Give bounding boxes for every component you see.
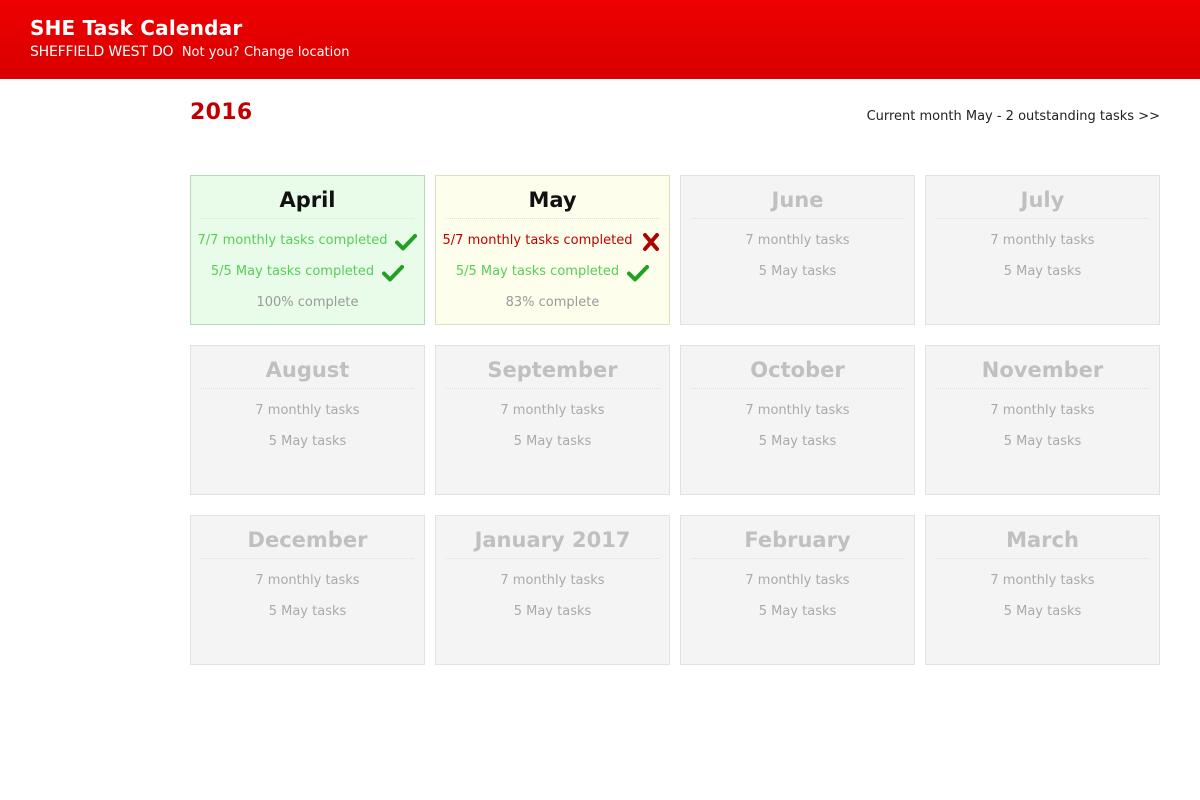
task-line: 5 May tasks <box>936 596 1149 627</box>
check-icon <box>627 263 650 281</box>
percent-complete: 83% complete <box>505 295 600 310</box>
task-line-text: 7/7 monthly tasks completed <box>197 233 388 248</box>
month-card-may[interactable]: May 5/7 monthly tasks completed 5/5 May ta… <box>435 175 670 325</box>
app-title: SHE Task Calendar <box>30 16 243 40</box>
month-name: December <box>201 524 414 559</box>
task-line-text: 7 monthly tasks <box>255 403 360 418</box>
task-line: 5 May tasks <box>446 426 659 457</box>
month-name: April <box>201 184 414 219</box>
task-line-text: 7 monthly tasks <box>990 573 1095 588</box>
task-line-text: 7 monthly tasks <box>990 403 1095 418</box>
task-line-text: 7 monthly tasks <box>745 403 850 418</box>
month-card-october[interactable]: October 7 monthly tasks 5 May tasks <box>680 345 915 495</box>
task-line: 5 May tasks <box>691 256 904 287</box>
change-location-link[interactable]: Change location <box>244 45 350 60</box>
task-line-text: 5 May tasks <box>758 604 837 619</box>
task-line: 5/5 May tasks completed <box>201 256 414 287</box>
check-icon <box>382 263 405 281</box>
task-line-text: 7 monthly tasks <box>745 573 850 588</box>
check-icon <box>395 232 418 250</box>
task-line-text: 5 May tasks <box>268 434 347 449</box>
task-line: 5 May tasks <box>691 426 904 457</box>
task-line: 7 monthly tasks <box>446 395 659 426</box>
month-card-december[interactable]: December 7 monthly tasks 5 May tasks <box>190 515 425 665</box>
task-line-text: 5/7 monthly tasks completed <box>442 233 633 248</box>
task-line: 7 monthly tasks <box>936 395 1149 426</box>
task-line: 7 monthly tasks <box>691 395 904 426</box>
month-card-september[interactable]: September 7 monthly tasks 5 May tasks <box>435 345 670 495</box>
task-line: 5 May tasks <box>936 426 1149 457</box>
task-line-text: 7 monthly tasks <box>745 233 850 248</box>
task-line: 7 monthly tasks <box>691 565 904 596</box>
task-line: 7 monthly tasks <box>201 395 414 426</box>
month-card-november[interactable]: November 7 monthly tasks 5 May tasks <box>925 345 1160 495</box>
task-line-text: 5 May tasks <box>1003 604 1082 619</box>
location-line: SHEFFIELD WEST DO Not you? Change locati… <box>30 42 1170 63</box>
month-name: January 2017 <box>446 524 659 559</box>
month-name: November <box>936 354 1149 389</box>
task-line: 5 May tasks <box>201 596 414 627</box>
month-name: February <box>691 524 904 559</box>
task-line: 7 monthly tasks <box>446 565 659 596</box>
month-card-february[interactable]: February 7 monthly tasks 5 May tasks <box>680 515 915 665</box>
task-line: 5 May tasks <box>936 256 1149 287</box>
month-card-june[interactable]: June 7 monthly tasks 5 May tasks <box>680 175 915 325</box>
task-line-text: 7 monthly tasks <box>500 573 605 588</box>
app-header: SHE Task Calendar SHEFFIELD WEST DO Not … <box>0 0 1200 79</box>
month-card-july[interactable]: July 7 monthly tasks 5 May tasks <box>925 175 1160 325</box>
task-line-text: 5 May tasks <box>758 434 837 449</box>
month-name: October <box>691 354 904 389</box>
location-name: SHEFFIELD WEST DO <box>30 44 174 60</box>
month-name: March <box>936 524 1149 559</box>
task-line: 5/7 monthly tasks completed <box>442 225 662 256</box>
task-line: 5 May tasks <box>446 596 659 627</box>
current-month-link[interactable]: Current month May - 2 outstanding tasks … <box>867 109 1160 124</box>
task-line-text: 5/5 May tasks completed <box>455 264 620 279</box>
month-name: July <box>936 184 1149 219</box>
task-line: 5 May tasks <box>691 596 904 627</box>
percent-complete: 100% complete <box>256 295 359 310</box>
month-name: August <box>201 354 414 389</box>
task-line-text: 5 May tasks <box>513 604 592 619</box>
task-line-text: 5 May tasks <box>1003 264 1082 279</box>
task-line: 5/5 May tasks completed <box>446 256 659 287</box>
cross-icon <box>640 232 662 251</box>
month-name: May <box>446 184 659 219</box>
task-line-text: 5 May tasks <box>1003 434 1082 449</box>
task-line-text: 7 monthly tasks <box>500 403 605 418</box>
task-line: 7 monthly tasks <box>691 225 904 256</box>
month-name: September <box>446 354 659 389</box>
month-card-august[interactable]: August 7 monthly tasks 5 May tasks <box>190 345 425 495</box>
task-line: 7 monthly tasks <box>201 565 414 596</box>
task-line-text: 5 May tasks <box>513 434 592 449</box>
task-line: 7/7 monthly tasks completed <box>197 225 418 256</box>
task-line: 7 monthly tasks <box>936 225 1149 256</box>
task-line-text: 5/5 May tasks completed <box>210 264 375 279</box>
task-line-text: 7 monthly tasks <box>255 573 360 588</box>
month-grid: April 7/7 monthly tasks completed 5/5 May … <box>190 175 1160 665</box>
month-name: June <box>691 184 904 219</box>
task-line: 5 May tasks <box>201 426 414 457</box>
task-line-text: 5 May tasks <box>758 264 837 279</box>
task-line: 7 monthly tasks <box>936 565 1149 596</box>
task-line-text: 7 monthly tasks <box>990 233 1095 248</box>
not-you-label: Not you? <box>181 45 240 60</box>
month-card-january-2017[interactable]: January 2017 7 monthly tasks 5 May tasks <box>435 515 670 665</box>
task-line-text: 5 May tasks <box>268 604 347 619</box>
month-card-march[interactable]: March 7 monthly tasks 5 May tasks <box>925 515 1160 665</box>
month-card-april[interactable]: April 7/7 monthly tasks completed 5/5 May … <box>190 175 425 325</box>
year-heading: 2016 <box>190 100 253 125</box>
